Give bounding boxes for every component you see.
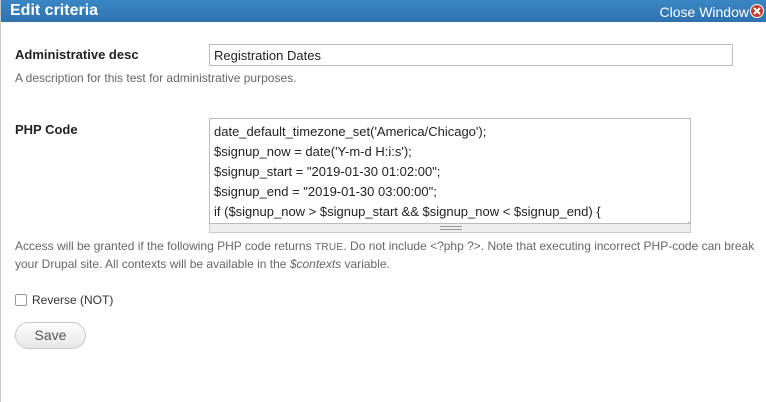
code-line: $signup_start = "2019-01-30 01:02:00"; [214,164,441,179]
admin-desc-label: Administrative desc [15,47,139,62]
php-code-help: Access will be granted if the following … [15,238,755,272]
save-button[interactable]: Save [15,322,86,349]
code-line: $signup_end = "2019-01-30 03:00:00"; [214,184,437,199]
code-line: $signup_now = date('Y-m-d H:i:s'); [214,144,412,159]
help-text: variable. [341,257,390,271]
code-line: if ($signup_now > $signup_start && $sign… [214,204,601,219]
dialog-title: Edit criteria [10,2,99,19]
textarea-resize-grippie[interactable] [209,224,691,233]
close-icon[interactable] [750,4,764,18]
help-text: Access will be granted if the following … [15,239,315,253]
admin-desc-input[interactable] [209,44,733,66]
php-code-label: PHP Code [15,122,78,137]
php-code-textarea[interactable]: date_default_timezone_set('America/Chica… [209,118,691,224]
reverse-checkbox[interactable] [15,294,27,306]
grip-lines-icon [440,226,462,230]
dialog-titlebar: Edit criteria Close Window [1,0,766,22]
close-window-link[interactable]: Close Window [660,4,749,20]
help-variable: $contexts [289,257,342,271]
help-code: TRUE [314,242,344,253]
resize-corner-icon[interactable] [682,215,690,223]
reverse-checkbox-label[interactable]: Reverse (NOT) [32,293,113,307]
edit-criteria-dialog: Edit criteria Close Window Administrativ… [0,0,766,402]
code-line: date_default_timezone_set('America/Chica… [214,124,487,139]
admin-desc-description: A description for this test for administ… [15,71,297,85]
